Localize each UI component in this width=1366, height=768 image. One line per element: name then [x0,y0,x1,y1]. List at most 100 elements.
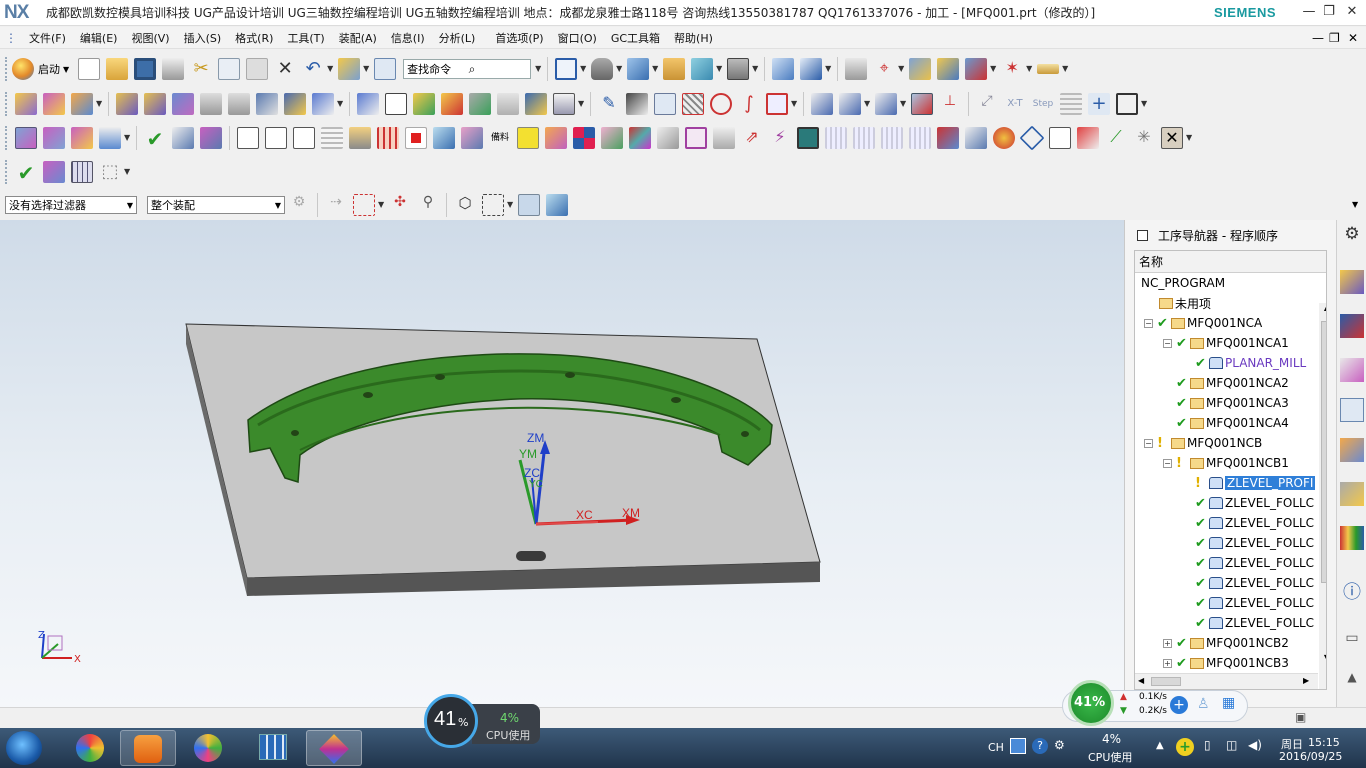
tree-row[interactable]: − ✔ MFQ001NCA [1144,313,1262,333]
post-process-icon[interactable] [284,93,306,115]
measure-icon[interactable] [937,58,960,80]
menu-window[interactable]: 窗口(O) [551,30,604,46]
feature-icon[interactable] [766,93,788,115]
taskbar-app-browser-icon[interactable] [120,730,176,766]
toolbar-grip[interactable] [5,92,9,116]
arrow-path-icon[interactable]: ⇗ [741,127,763,149]
battery-icon[interactable]: ▯ [1204,738,1211,752]
curve-icon[interactable]: ∫ [738,93,760,115]
add-icon[interactable]: + [1088,93,1110,115]
grid-icon[interactable] [377,127,399,149]
reuse-library-tab-icon[interactable] [1340,482,1364,506]
start-button[interactable]: 启动 ▼ [12,58,69,80]
transform-icon[interactable]: ⤢ [976,93,998,115]
shaded-view-icon[interactable] [591,58,614,80]
hexagon-icon[interactable]: ⬡ [454,194,476,216]
add-widget-icon[interactable]: + [1170,696,1188,714]
taskbar-app-ball-icon[interactable] [180,730,236,766]
snap-point-disabled-icon[interactable]: ⇢ [325,194,347,216]
tree-row[interactable]: −! MFQ001NCB1 [1163,453,1289,473]
surface-icon[interactable] [657,127,679,149]
network-icon[interactable]: ◫ [1226,738,1237,752]
verify-path-icon[interactable] [256,93,278,115]
undo-icon[interactable]: ↶ [302,58,324,80]
menu-assembly[interactable]: 装配(A) [332,30,384,46]
tree-row[interactable]: ✔ ZLEVEL_FOLLC [1182,573,1314,593]
doc-restore-button[interactable]: ❐ [1329,31,1340,45]
cpu-monitor-widget[interactable]: 41 % 4% CPU使用 [424,694,540,764]
wireframe-icon[interactable] [654,93,676,115]
green-path-icon[interactable]: ⟋ [1105,127,1127,149]
shop-docs-icon[interactable] [312,93,334,115]
tree-row[interactable]: − ✔ MFQ001NCA1 [1163,333,1289,353]
tree-row[interactable]: ✔ MFQ001NCA2 [1163,373,1289,393]
tree-row[interactable]: 未用项 [1144,293,1211,313]
paste-icon[interactable] [246,58,269,80]
doc-close-button[interactable]: ✕ [1348,31,1358,45]
tool-axis-icon[interactable] [911,93,933,115]
new-file-icon[interactable] [78,58,101,80]
navigator-vertical-scrollbar[interactable]: ▲ ▼ [1319,303,1326,689]
scroll-right-arrow[interactable]: ▶ [1303,676,1309,685]
create-tool-icon[interactable] [43,93,65,115]
expand-icon[interactable]: + [1163,638,1172,648]
tree-row[interactable]: ✔ ZLEVEL_FOLLC [1182,533,1314,553]
menu-file[interactable]: 文件(F) [22,30,73,46]
create-operation-icon[interactable] [15,127,37,149]
screen-icon[interactable] [797,127,819,149]
hatched-icon[interactable] [682,93,704,115]
yellow-block-icon[interactable] [517,127,539,149]
edit-object-icon[interactable] [357,93,379,115]
tree-row[interactable]: −! MFQ001NCB [1144,433,1262,453]
pin-checkbox[interactable] [1137,229,1148,241]
selection-filter-select[interactable]: 没有选择过滤器 ▼ [5,196,137,214]
square-outline-icon[interactable] [293,127,315,149]
touch-mode-icon[interactable] [374,58,397,80]
accept-icon[interactable]: ✔ [144,127,166,151]
cut-icon[interactable]: ✂ [190,58,212,80]
collapse-icon[interactable]: − [1163,338,1172,348]
xt-icon[interactable]: X-T [1004,93,1026,115]
wire-cube-icon[interactable]: ⬚ [99,161,121,183]
disabled-grid-icon[interactable] [853,127,875,149]
replay-path-icon[interactable]: ✎ [598,93,620,115]
copy-icon[interactable] [218,58,241,80]
rectangle-select-icon[interactable] [482,194,504,216]
volume-icon[interactable]: ◀) [1248,738,1262,752]
menu-information[interactable]: 信息(I) [384,30,432,46]
box-icon[interactable] [1019,125,1045,151]
tree-row[interactable]: ✔ ZLEVEL_FOLLC [1182,593,1314,613]
material-icon[interactable]: 備料 [489,127,511,149]
toolbar-overflow-icon[interactable]: ▼ [1352,200,1358,209]
cross-pattern-icon[interactable] [629,127,651,149]
lines-icon[interactable] [321,127,343,149]
delete-object-icon[interactable] [469,93,491,115]
stop-icon[interactable] [405,127,427,149]
copy-object-icon[interactable] [413,93,435,115]
check-path-icon[interactable]: ✔ [15,161,37,185]
disabled-grid-icon[interactable] [825,127,847,149]
point-constructor-icon[interactable]: ⌖ [873,58,895,80]
tray-settings-icon[interactable]: ⚙ [1054,738,1065,752]
cube-icon[interactable] [433,127,455,149]
graphics-window[interactable]: ZM YM ZC YC XC XM Z X [0,220,1124,707]
menu-gc-toolbox[interactable]: GC工具箱 [604,30,667,46]
circle-icon[interactable] [710,93,732,115]
white-box-icon[interactable] [1049,127,1071,149]
tree-row[interactable]: NC_PROGRAM [1139,273,1225,293]
menu-tools[interactable]: 工具(T) [280,30,331,46]
resource-bar-more-icon[interactable]: ▲ [1340,670,1364,694]
menu-preferences[interactable]: 首选项(P) [488,30,550,46]
tree-row[interactable]: ✔ ZLEVEL_FOLLC [1182,513,1314,533]
menu-view[interactable]: 视图(V) [124,30,176,46]
tray-app-icon[interactable] [1010,738,1026,754]
collapse-icon[interactable]: − [1163,458,1172,468]
cut-object-icon[interactable] [385,93,407,115]
select-box-icon[interactable] [353,194,375,216]
menu-format[interactable]: 格式(R) [228,30,280,46]
scroll-thumb[interactable] [1321,321,1326,583]
toolbar-grip[interactable] [5,57,9,81]
tree-row[interactable]: + ✔ MFQ001NCB2 [1163,633,1289,653]
menu-edit[interactable]: 编辑(E) [73,30,125,46]
profile-icon[interactable] [685,127,707,149]
